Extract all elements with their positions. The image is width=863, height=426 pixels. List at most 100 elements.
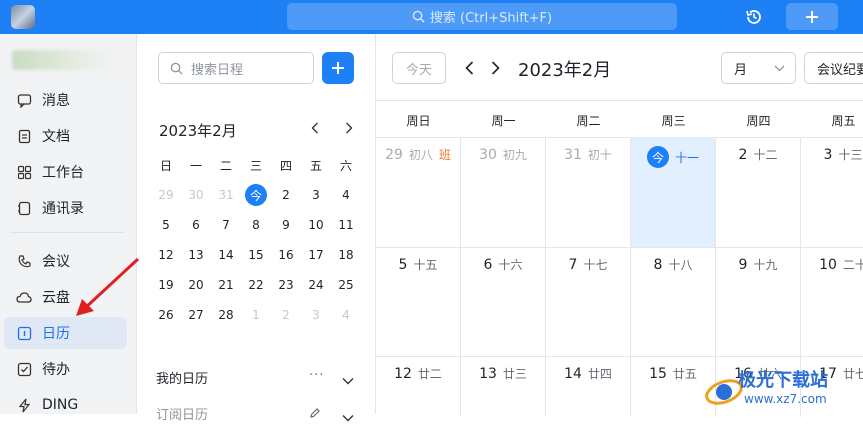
mini-day[interactable]: 28 xyxy=(211,300,241,330)
sidebar-item-calendar[interactable]: 日历 xyxy=(4,317,127,349)
history-button[interactable] xyxy=(743,6,765,28)
view-mode-select[interactable]: 月 xyxy=(721,52,796,84)
lunar-date: 十五 xyxy=(413,258,438,272)
day-number: 3 xyxy=(823,146,833,163)
mini-day[interactable]: 8 xyxy=(241,210,271,240)
my-calendars-toggle[interactable] xyxy=(342,370,354,389)
mini-day[interactable]: 21 xyxy=(211,270,241,300)
sidebar-item-ding[interactable]: DING xyxy=(4,389,127,421)
sidebar-item-messages[interactable]: 消息 xyxy=(4,84,127,116)
day-cell[interactable]: 3 十三 xyxy=(801,138,863,248)
day-cell[interactable]: 31 初十 xyxy=(546,138,631,248)
weekday-header: 周日 周一 周二 周三 周四 周五 xyxy=(376,100,863,138)
mini-day[interactable]: 13 xyxy=(181,240,211,270)
mini-day[interactable]: 15 xyxy=(241,240,271,270)
mini-day[interactable]: 30 xyxy=(181,180,211,210)
day-number: 2 xyxy=(738,146,748,163)
mini-day[interactable]: 16 xyxy=(271,240,301,270)
new-event-button[interactable] xyxy=(322,52,354,84)
watermark-url: www.xz7.com xyxy=(744,392,827,406)
day-cell-header: 3 十三 xyxy=(801,146,863,163)
day-number: 30 xyxy=(479,146,497,163)
mini-day[interactable]: 19 xyxy=(151,270,181,300)
mini-day[interactable]: 20 xyxy=(181,270,211,300)
sidebar-item-workbench[interactable]: 工作台 xyxy=(4,156,127,188)
mini-day[interactable]: 24 xyxy=(301,270,331,300)
mini-day[interactable]: 26 xyxy=(151,300,181,330)
mini-day-today[interactable]: 今 xyxy=(241,180,271,210)
mini-day[interactable]: 12 xyxy=(151,240,181,270)
day-cell[interactable]: 30 初九 xyxy=(461,138,546,248)
sidebar-item-label: DING xyxy=(42,397,79,413)
my-calendars-more-button[interactable]: ··· xyxy=(309,368,324,383)
day-cell-header: 9 十九 xyxy=(716,256,800,273)
mini-day[interactable]: 4 xyxy=(331,180,361,210)
day-cell-header: 31 初十 xyxy=(546,146,630,163)
mini-day[interactable]: 25 xyxy=(331,270,361,300)
mini-day[interactable]: 2 xyxy=(271,300,301,330)
mini-weekday-label: 六 xyxy=(339,158,352,173)
mini-weekday-label: 日 xyxy=(159,158,172,173)
subscribed-calendars-toggle[interactable] xyxy=(342,407,354,426)
lunar-date: 初八 xyxy=(408,148,433,162)
app-logo[interactable] xyxy=(11,5,35,29)
day-cell[interactable]: 14 廿四 xyxy=(546,357,631,417)
mini-day[interactable]: 11 xyxy=(331,210,361,240)
day-cell[interactable]: 29 初八班 xyxy=(376,138,461,248)
mini-day[interactable]: 3 xyxy=(301,180,331,210)
day-cell[interactable]: 5 十五 xyxy=(376,248,461,357)
mini-day[interactable]: 3 xyxy=(301,300,331,330)
chevron-right-icon xyxy=(491,61,500,75)
chevron-left-icon xyxy=(311,122,318,134)
global-search[interactable]: 搜索 (Ctrl+Shift+F) xyxy=(287,3,677,30)
lunar-date: 十六 xyxy=(498,258,523,272)
day-cell[interactable]: 9 十九 xyxy=(716,248,801,357)
mini-day[interactable]: 22 xyxy=(241,270,271,300)
mini-day[interactable]: 6 xyxy=(181,210,211,240)
mini-day[interactable]: 2 xyxy=(271,180,301,210)
search-icon xyxy=(170,62,183,75)
schedule-search-input[interactable]: 搜索日程 xyxy=(158,52,314,84)
prev-month-button[interactable] xyxy=(460,58,478,78)
sidebar-item-docs[interactable]: 文档 xyxy=(4,120,127,152)
next-month-button[interactable] xyxy=(486,58,504,78)
day-cell-today[interactable]: 今十一 xyxy=(631,138,716,248)
day-cell[interactable]: 6 十六 xyxy=(461,248,546,357)
mini-day[interactable]: 4 xyxy=(331,300,361,330)
day-cell[interactable]: 10 二十 xyxy=(801,248,863,357)
day-number: 15 xyxy=(649,365,667,382)
mini-day[interactable]: 29 xyxy=(151,180,181,210)
day-cell-header: 12 廿二 xyxy=(376,365,460,382)
sidebar-item-contacts[interactable]: 通讯录 xyxy=(4,192,127,224)
mini-day[interactable]: 23 xyxy=(271,270,301,300)
mini-next-month-button[interactable] xyxy=(339,118,359,138)
day-cell[interactable]: 8 十八 xyxy=(631,248,716,357)
create-button[interactable] xyxy=(786,3,838,30)
lunar-date: 廿五 xyxy=(672,367,697,381)
mini-day[interactable]: 10 xyxy=(301,210,331,240)
mini-day[interactable]: 18 xyxy=(331,240,361,270)
mini-prev-month-button[interactable] xyxy=(305,118,325,138)
mini-day[interactable]: 14 xyxy=(211,240,241,270)
mini-day[interactable]: 7 xyxy=(211,210,241,240)
mini-day[interactable]: 5 xyxy=(151,210,181,240)
lunar-date: 廿四 xyxy=(587,367,612,381)
mini-day[interactable]: 27 xyxy=(181,300,211,330)
sidebar-item-todo[interactable]: 待办 xyxy=(4,353,127,385)
day-number: 9 xyxy=(738,256,748,273)
mini-day[interactable]: 17 xyxy=(301,240,331,270)
day-cell[interactable]: 2 十二 xyxy=(716,138,801,248)
mini-calendar-title: 2023年2月 xyxy=(159,122,237,140)
meeting-icon xyxy=(16,253,32,269)
mini-day[interactable]: 9 xyxy=(271,210,301,240)
mini-day[interactable]: 31 xyxy=(211,180,241,210)
day-cell[interactable]: 7 十七 xyxy=(546,248,631,357)
plus-icon xyxy=(332,62,344,74)
meeting-notes-button[interactable]: 会议纪要 xyxy=(804,52,863,84)
day-number: 8 xyxy=(653,256,663,273)
today-button[interactable]: 今天 xyxy=(392,52,446,84)
profile-name-blurred[interactable] xyxy=(12,50,117,70)
day-cell[interactable]: 13 廿三 xyxy=(461,357,546,417)
day-cell[interactable]: 12 廿二 xyxy=(376,357,461,417)
mini-day[interactable]: 1 xyxy=(241,300,271,330)
